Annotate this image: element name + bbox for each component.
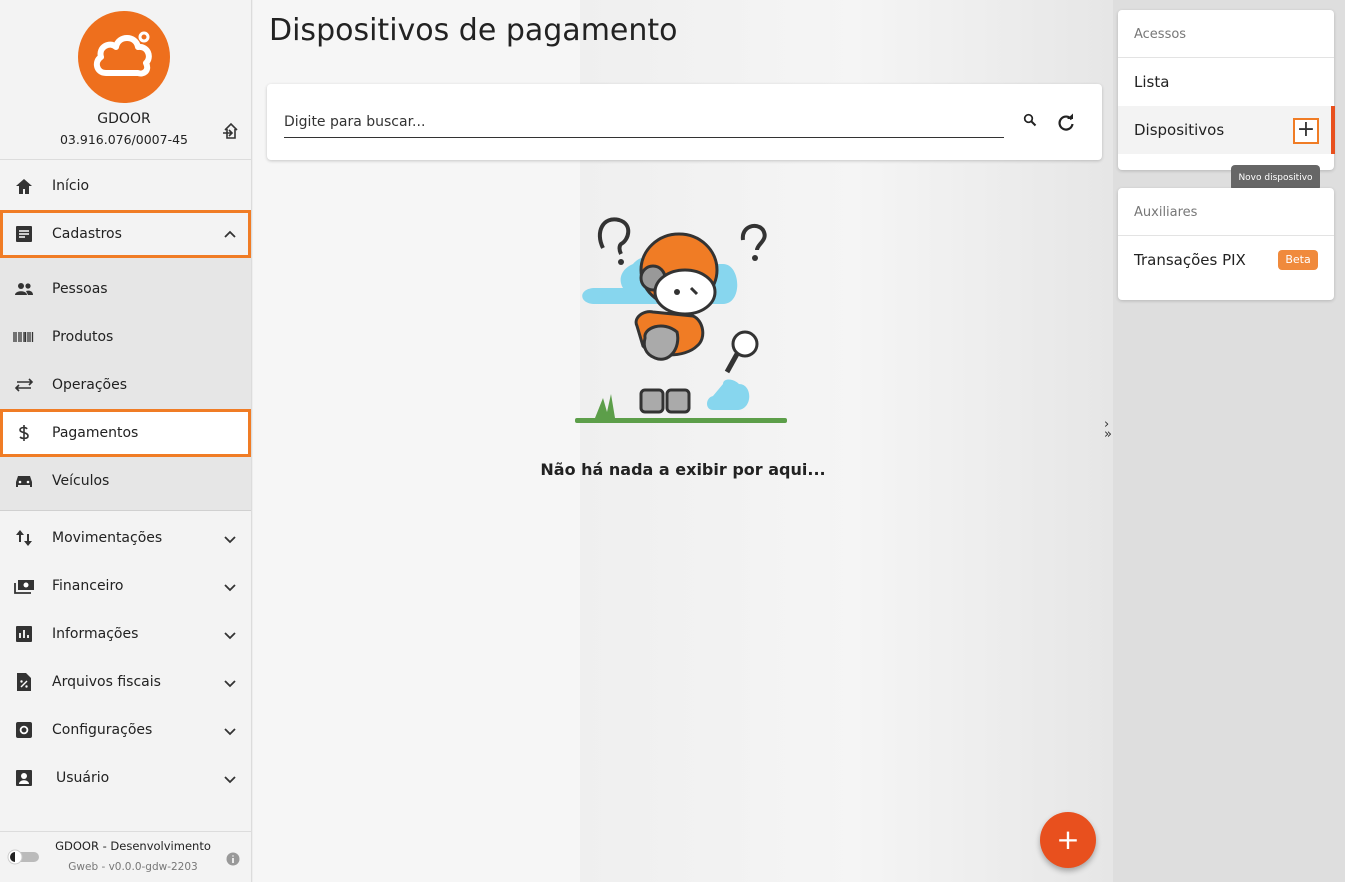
add-dispositivo-button[interactable]: +: [1293, 118, 1319, 144]
swap-icon: [14, 378, 34, 392]
auxiliares-card: Auxiliares Transações PIX Beta: [1118, 188, 1334, 300]
sidebar-item-label: Veículos: [52, 473, 110, 489]
sidebar-item-label: Pessoas: [52, 281, 108, 297]
menu-item-transacoes-pix[interactable]: Transações PIX Beta: [1118, 236, 1334, 284]
money-icon: [14, 580, 34, 594]
chevron-down-icon: [224, 632, 236, 640]
sidebar-item-label: Informações: [52, 626, 139, 642]
sidebar-item-label: Movimentações: [52, 530, 163, 546]
sidebar-footer: GDOOR - Desenvolvimento Gweb - v0.0.0-gd…: [0, 831, 251, 882]
chevron-down-icon: [224, 536, 236, 544]
cloud-icon: [93, 31, 152, 77]
menu-item-label: Dispositivos: [1134, 121, 1225, 139]
profile-section: GDOOR 03.916.076/0007-45: [0, 0, 251, 160]
sidebar-item-label: Usuário: [56, 770, 110, 786]
auxiliares-header: Auxiliares: [1118, 188, 1334, 236]
menu-item-label: Lista: [1134, 73, 1170, 91]
menu-item-dispositivos[interactable]: Dispositivos +: [1118, 106, 1335, 154]
menu-item-label: Transações PIX: [1134, 251, 1246, 269]
empty-state-message: Não há nada a exibir por aqui...: [540, 460, 826, 479]
sidebar-item-label: Financeiro: [52, 578, 124, 594]
search-card: [267, 84, 1102, 160]
sidebar-item-cadastros[interactable]: Cadastros: [0, 210, 251, 258]
company-name: GDOOR: [97, 111, 151, 127]
search-input[interactable]: [284, 106, 1004, 138]
sidebar-item-label: Produtos: [52, 329, 114, 345]
theme-toggle[interactable]: [7, 849, 41, 865]
list-icon: [16, 226, 32, 242]
sidebar-item-label: Início: [52, 178, 90, 194]
chevron-down-icon: [224, 680, 236, 688]
sidebar-item-veiculos[interactable]: Veículos: [0, 457, 251, 505]
add-fab-button[interactable]: +: [1040, 812, 1096, 868]
company-cnpj: 03.916.076/0007-45: [59, 132, 188, 147]
sidebar-item-configuracoes[interactable]: Configurações: [0, 706, 251, 754]
environment-label: GDOOR - Desenvolvimento: [55, 839, 211, 853]
gear-icon: [16, 722, 32, 738]
user-icon: [16, 770, 32, 786]
sidebar-item-label: Operações: [52, 377, 128, 393]
file-percent-icon: [17, 673, 31, 691]
sidebar-item-label: Pagamentos: [52, 425, 139, 441]
sidebar-item-movimentacoes[interactable]: Movimentações: [0, 514, 251, 562]
sidebar-item-label: Arquivos fiscais: [52, 674, 161, 690]
search-icon[interactable]: [1023, 113, 1037, 127]
refresh-icon[interactable]: [1056, 113, 1076, 133]
active-indicator: [1331, 106, 1335, 154]
sidebar-item-informacoes[interactable]: Informações: [0, 610, 251, 658]
dollar-icon: [19, 425, 29, 441]
chevron-down-icon: [224, 584, 236, 592]
company-logo: [78, 11, 170, 103]
people-icon: [15, 283, 33, 295]
sidebar-item-arquivos-fiscais[interactable]: Arquivos fiscais: [0, 658, 251, 706]
empty-state-illustration: [575, 217, 787, 423]
menu-item-lista[interactable]: Lista: [1118, 58, 1334, 106]
sidebar-item-usuario[interactable]: Usuário: [0, 754, 251, 802]
barcode-icon: [13, 332, 34, 342]
chart-icon: [16, 626, 32, 642]
sidebar-item-label: Configurações: [52, 722, 153, 738]
sidebar-item-operacoes[interactable]: Operações: [0, 361, 251, 409]
acessos-header: Acessos: [1118, 10, 1334, 58]
main-content: Dispositivos de pagamento Não há nada a …: [253, 0, 1113, 882]
sidebar-item-inicio[interactable]: Início: [0, 162, 251, 210]
page-title: Dispositivos de pagamento: [269, 13, 678, 48]
home-icon: [16, 179, 32, 194]
info-icon[interactable]: [226, 852, 240, 866]
car-icon: [16, 476, 32, 487]
beta-badge: Beta: [1278, 250, 1318, 270]
sidebar-item-label: Cadastros: [52, 226, 122, 242]
logout-icon[interactable]: [221, 121, 241, 141]
chevron-up-icon: [224, 230, 236, 238]
sidebar-item-produtos[interactable]: Produtos: [0, 313, 251, 361]
sort-icon: [16, 530, 32, 546]
expand-panel-toggle[interactable]: ›»: [1104, 418, 1112, 441]
sidebar-item-pessoas[interactable]: Pessoas: [0, 265, 251, 313]
sidebar-item-financeiro[interactable]: Financeiro: [0, 562, 251, 610]
version-label: Gweb - v0.0.0-gdw-2203: [68, 861, 198, 873]
chevron-down-icon: [224, 728, 236, 736]
sidebar: GDOOR 03.916.076/0007-45 Início Cadastro…: [0, 0, 252, 882]
chevron-down-icon: [224, 776, 236, 784]
acessos-card: Acessos Lista Dispositivos +: [1118, 10, 1335, 170]
sidebar-item-pagamentos[interactable]: Pagamentos: [0, 409, 251, 457]
